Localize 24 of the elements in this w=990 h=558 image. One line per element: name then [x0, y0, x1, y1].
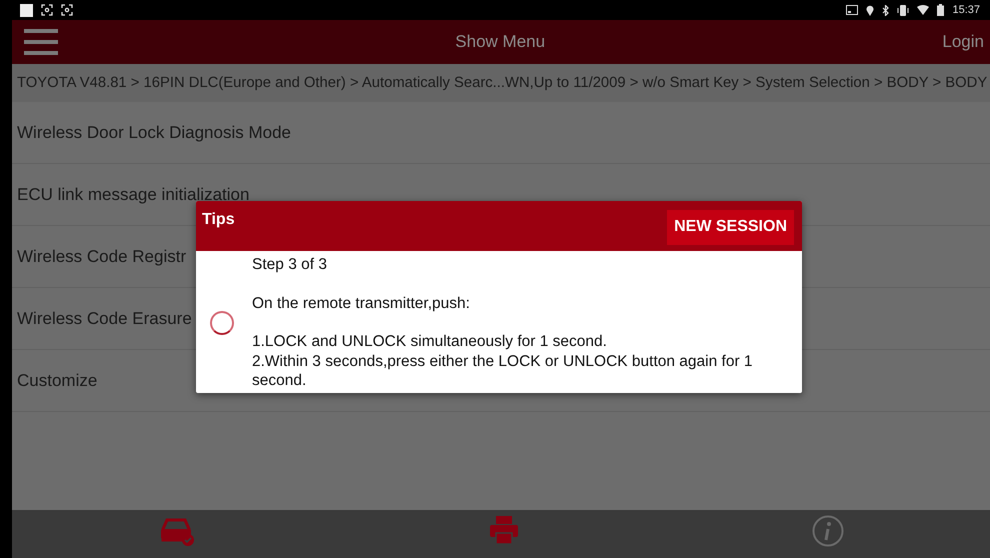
screen-title: Show Menu	[455, 32, 546, 52]
screenshot-icon	[41, 4, 53, 16]
instruction-text: On the remote transmitter,push:	[252, 294, 471, 313]
instruction-text: Step 3 of 3	[252, 255, 328, 274]
instruction-text: 2.Within 3 seconds,press either the LOCK or UNLOCK button again for 1 second.	[252, 352, 754, 390]
screenshot-icon	[61, 4, 73, 16]
login-link[interactable]: Login	[942, 32, 984, 52]
notification-square-icon	[20, 4, 33, 16]
location-icon	[866, 4, 874, 16]
wifi-icon	[917, 5, 930, 15]
breadcrumb-path: TOYOTA V48.81 > 16PIN DLC(Europe and Other) > Automatically Searc...WN,Up to 11/2009 > w/o Smart Key > System Selection > BODY > BODY	[12, 64, 990, 102]
loading-spinner-icon	[210, 310, 234, 335]
dialog-title: Tips	[202, 211, 235, 229]
instruction-text: 1.LOCK and UNLOCK simultaneously for 1 second.	[252, 332, 608, 352]
info-icon[interactable]	[812, 515, 844, 547]
menu-item[interactable]: Wireless Door Lock Diagnosis Mode	[12, 102, 990, 164]
printer-icon[interactable]	[488, 515, 519, 545]
new-session-button[interactable]: NEW SESSION	[667, 210, 794, 245]
vibrate-icon	[897, 4, 910, 16]
battery-icon	[937, 4, 944, 16]
menu-icon[interactable]	[24, 29, 58, 55]
cast-icon	[846, 5, 858, 15]
bluetooth-icon	[882, 4, 890, 16]
clock-time: 15:37	[952, 4, 980, 16]
